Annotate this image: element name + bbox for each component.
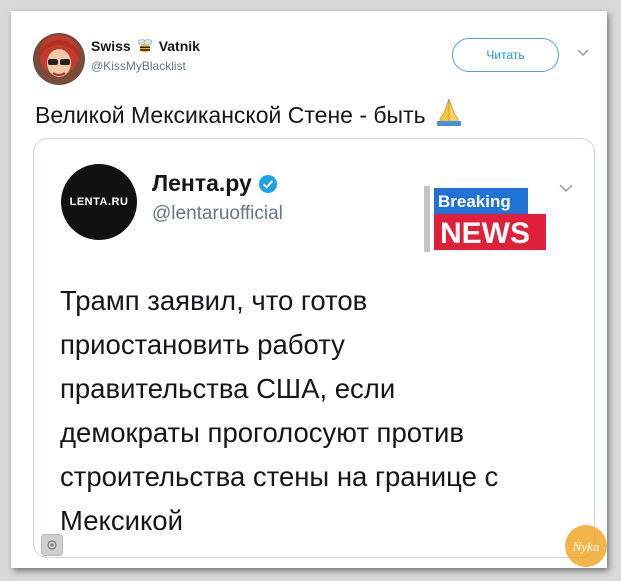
display-name-second[interactable]: Vatnik xyxy=(159,38,200,54)
display-name-row[interactable]: Swiss Vatnik xyxy=(91,38,200,54)
quoted-display-name[interactable]: Лента.ру xyxy=(152,170,252,197)
tweet-text: Великой Мексиканской Стене - быть xyxy=(35,101,426,128)
bee-icon xyxy=(137,38,153,54)
quoted-tweet-text: Трамп заявил, что готов приостановить ра… xyxy=(60,279,570,543)
quoted-text-line: строительства стены на границе с xyxy=(60,461,499,492)
follow-button[interactable]: Читать xyxy=(452,38,559,72)
quoted-tweet[interactable]: LENTA.RU Лента.ру @lentaruofficial Break… xyxy=(33,138,595,558)
quoted-text-line: Трамп заявил, что готов xyxy=(60,285,368,316)
badge-top-text: Breaking xyxy=(438,192,511,211)
quoted-name-row[interactable]: Лента.ру xyxy=(152,170,278,197)
tweet-card: Swiss Vatnik @KissMyBlacklist Читать Вел… xyxy=(11,11,607,568)
praying-hands-icon xyxy=(434,97,464,133)
badge-bottom-text: NEWS xyxy=(440,217,530,250)
display-name-first[interactable]: Swiss xyxy=(91,38,131,54)
quoted-text-line: Мексикой xyxy=(60,505,183,536)
camera-icon xyxy=(41,534,63,556)
breaking-news-badge: Breaking NEWS xyxy=(424,186,546,252)
watermark-text: Nyka xyxy=(572,539,600,554)
avatar[interactable] xyxy=(33,33,85,85)
quoted-text-line: правительства США, если xyxy=(60,373,396,404)
tweet-text-row: Великой Мексиканской Стене - быть xyxy=(35,97,464,133)
user-handle[interactable]: @KissMyBlacklist xyxy=(91,59,186,73)
chevron-down-icon[interactable] xyxy=(577,49,589,57)
quoted-handle[interactable]: @lentaruofficial xyxy=(152,203,283,225)
quoted-text-line: демократы проголосуют против xyxy=(60,417,465,448)
verified-badge-icon xyxy=(258,174,277,193)
lenta-logo[interactable]: LENTA.RU xyxy=(61,164,137,240)
chevron-down-icon[interactable] xyxy=(559,184,573,193)
watermark-logo: Nyka xyxy=(565,525,607,567)
quoted-text-line: приостановить работу xyxy=(60,329,345,360)
